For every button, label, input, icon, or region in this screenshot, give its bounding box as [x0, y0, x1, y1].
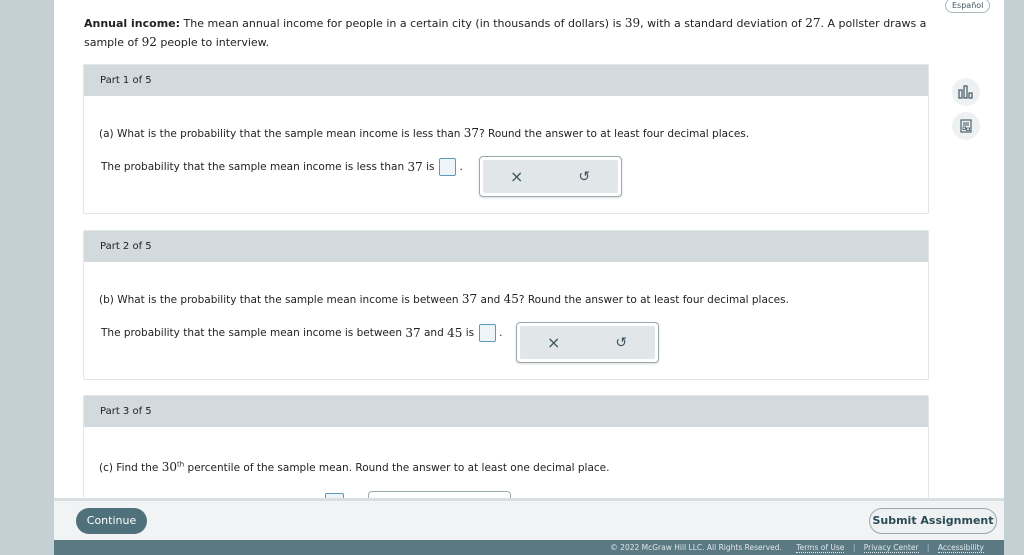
part-2-question: (b) What is the probability that the sam… — [99, 292, 789, 306]
answer-number: 37 — [407, 160, 423, 174]
terms-of-use-link[interactable]: Terms of Use — [796, 543, 845, 553]
part-3-header: Part 3 of 5 — [84, 396, 928, 427]
undo-icon: ↺ — [578, 168, 591, 185]
bottom-action-bar: Continue Submit Assignment — [54, 498, 1004, 540]
part-3-answer-tools — [368, 491, 511, 498]
part-2-panel: Part 2 of 5 (b) What is the probability … — [83, 230, 929, 380]
undo-button[interactable]: ↺ — [569, 165, 599, 189]
answer-text: is — [465, 327, 475, 339]
footer: © 2022 McGraw Hill LLC. All Rights Reser… — [54, 540, 1004, 555]
question-text: (a) What is the probability that the sam… — [99, 128, 461, 140]
answer-text: and — [423, 327, 444, 339]
close-x-icon: × — [547, 333, 561, 352]
question-number: 45 — [503, 292, 519, 306]
sd-value: 27 — [805, 16, 821, 30]
continue-button[interactable]: Continue — [76, 508, 147, 534]
part-1-answer-tools: × ↺ — [479, 156, 622, 197]
part-1-answer-line: The probability that the sample mean inc… — [101, 158, 463, 176]
answer-text: The probability that the sample mean inc… — [101, 161, 405, 173]
period: . — [499, 327, 503, 339]
part-2-header: Part 2 of 5 — [84, 231, 928, 262]
question-number: 37 — [461, 292, 478, 306]
question-number: 37 — [463, 126, 480, 140]
problem-text: The mean annual income for people in a c… — [183, 17, 622, 30]
submit-assignment-button[interactable]: Submit Assignment — [869, 508, 997, 534]
part-3-question: (c) Find the 30th percentile of the samp… — [99, 460, 609, 474]
assignment-page: Annual income: The mean annual income fo… — [54, 0, 1004, 555]
answer-number: 45 — [447, 326, 463, 340]
question-text: (b) What is the probability that the sam… — [99, 294, 459, 306]
part-1-header: Part 1 of 5 — [84, 65, 928, 96]
part-2-answer-input[interactable] — [479, 324, 497, 342]
privacy-center-link[interactable]: Privacy Center — [863, 543, 919, 553]
mean-value: 39 — [624, 16, 641, 30]
accessibility-link[interactable]: Accessibility — [937, 543, 984, 553]
problem-text: people to interview. — [160, 36, 270, 49]
question-scroll-area[interactable]: Annual income: The mean annual income fo… — [54, 0, 1004, 498]
data-chart-icon — [958, 85, 973, 99]
part-1-panel: Part 1 of 5 (a) What is the probability … — [83, 64, 929, 214]
question-text: ? Round the answer to at least four deci… — [518, 294, 789, 306]
ordinal-suffix: th — [177, 460, 185, 469]
undo-button[interactable]: ↺ — [606, 331, 636, 355]
period: . — [459, 161, 463, 173]
question-text: and — [480, 294, 501, 306]
calculator-button[interactable] — [952, 112, 980, 140]
clear-button[interactable]: × — [539, 331, 569, 355]
part-2-answer-line: The probability that the sample mean inc… — [101, 324, 502, 342]
calculator-sheet-icon — [960, 119, 972, 133]
part-1-answer-input[interactable] — [439, 158, 457, 176]
problem-text: , with a standard deviation of — [640, 17, 802, 30]
divider: | — [926, 543, 930, 552]
part-1-question: (a) What is the probability that the sam… — [99, 126, 749, 140]
question-text: (c) Find the — [99, 462, 159, 474]
espanol-toggle-button[interactable]: Español — [945, 0, 991, 13]
clear-button[interactable]: × — [502, 165, 532, 189]
copyright-text: © 2022 McGraw Hill LLC. All Rights Reser… — [610, 543, 782, 552]
question-text: ? Round the answer to at least four deci… — [479, 128, 750, 140]
answer-text: is — [426, 161, 435, 173]
answer-text: The probability that the sample mean inc… — [101, 327, 403, 339]
question-text: percentile of the sample mean. Round the… — [187, 462, 610, 474]
question-number: 30 — [161, 460, 178, 474]
part-2-answer-tools: × ↺ — [516, 322, 659, 363]
data-button[interactable] — [952, 78, 980, 106]
sample-size-value: 92 — [141, 35, 157, 49]
part-3-panel: Part 3 of 5 (c) Find the 30th percentile… — [83, 395, 929, 498]
undo-icon: ↺ — [615, 334, 628, 351]
close-x-icon: × — [510, 167, 524, 186]
divider: | — [852, 543, 856, 552]
problem-label: Annual income: — [84, 17, 181, 30]
answer-number: 37 — [405, 326, 421, 340]
problem-statement: Annual income: The mean annual income fo… — [84, 14, 934, 52]
